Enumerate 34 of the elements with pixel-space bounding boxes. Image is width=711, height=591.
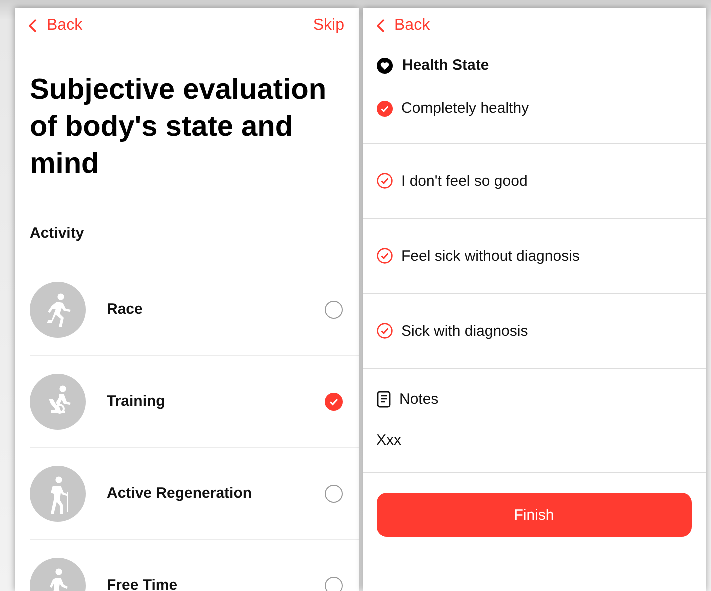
bike-figure-icon bbox=[30, 374, 86, 430]
back-label: Back bbox=[47, 17, 83, 35]
checked-radio[interactable] bbox=[324, 392, 342, 410]
run-figure-icon bbox=[30, 282, 86, 338]
back-label: Back bbox=[394, 17, 430, 35]
radio-button[interactable] bbox=[324, 300, 342, 318]
notes-label: Notes bbox=[400, 391, 439, 408]
skip-button[interactable]: Skip bbox=[313, 17, 344, 35]
option-label: Feel sick without diagnosis bbox=[402, 248, 580, 264]
finish-button[interactable]: Finish bbox=[376, 493, 692, 537]
check-circle-icon[interactable] bbox=[376, 173, 392, 189]
notes-field[interactable]: Xxx bbox=[362, 408, 706, 473]
section-heading: Activity bbox=[30, 225, 86, 242]
section-heading: Health State bbox=[402, 57, 490, 74]
back-button[interactable]: Back bbox=[29, 17, 83, 35]
activity-label: Training bbox=[107, 393, 166, 410]
option-label: Sick with diagnosis bbox=[402, 322, 528, 340]
activity-label: Free Time bbox=[107, 577, 179, 591]
option-label: I don't feel so good bbox=[402, 172, 528, 190]
page-title: Subjective evaluation of body's state and mind bbox=[30, 73, 328, 182]
activity-label: Active Regeneration bbox=[107, 485, 254, 502]
hike-figure-icon bbox=[30, 466, 86, 522]
back-button[interactable]: Back bbox=[376, 17, 430, 35]
activity-label: Race bbox=[107, 301, 144, 318]
radio-button[interactable] bbox=[324, 484, 342, 502]
filled-check-circle-icon[interactable] bbox=[376, 100, 392, 116]
check-circle-icon[interactable] bbox=[376, 323, 392, 339]
check-circle-icon[interactable] bbox=[376, 248, 392, 264]
radio-button[interactable] bbox=[324, 576, 342, 591]
note-icon bbox=[376, 391, 390, 408]
option-label: Completely healthy bbox=[402, 100, 530, 117]
checkmark-icon bbox=[328, 396, 338, 406]
chevron-left-icon bbox=[376, 19, 384, 33]
chevron-left-icon bbox=[29, 19, 37, 33]
